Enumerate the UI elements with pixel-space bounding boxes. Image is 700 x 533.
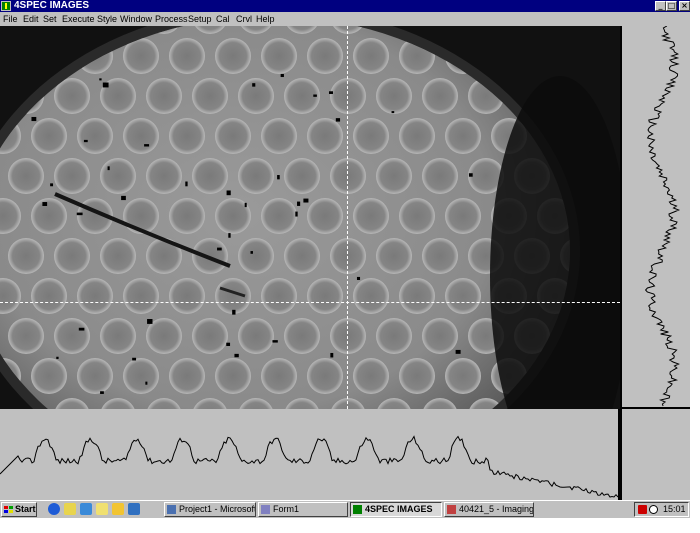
crosshair-horizontal[interactable] xyxy=(0,302,620,303)
app-icon[interactable] xyxy=(1,1,11,11)
imaging-icon xyxy=(447,505,456,514)
task-label: 40421_5 - Imaging xyxy=(459,504,534,514)
microscope-image-canvas xyxy=(0,26,620,409)
vertical-profile-curve xyxy=(644,25,681,407)
window-title: 4SPEC IMAGES xyxy=(14,0,90,11)
crosshair-vertical[interactable] xyxy=(347,26,348,409)
desktop-icon[interactable] xyxy=(80,503,92,515)
clock[interactable]: 15:01 xyxy=(663,503,686,516)
menu-edit[interactable]: Edit xyxy=(23,13,39,25)
channel-icon[interactable] xyxy=(112,503,124,515)
menu-crvl[interactable]: Crvl xyxy=(236,13,252,25)
menu-cal[interactable]: Cal xyxy=(216,13,230,25)
task-label: Project1 - Microsoft V... xyxy=(179,504,256,514)
outlook-icon[interactable] xyxy=(64,503,76,515)
menu-setup[interactable]: Setup xyxy=(188,13,212,25)
menu-file[interactable]: File xyxy=(3,13,18,25)
horizontal-profile-plot xyxy=(0,409,620,500)
menu-execute[interactable]: Execute xyxy=(62,13,95,25)
vertical-profile-plot xyxy=(620,25,690,409)
menu-set[interactable]: Set xyxy=(43,13,57,25)
microscope-image[interactable] xyxy=(0,26,620,409)
system-tray: 15:01 xyxy=(634,502,689,517)
speaker-icon[interactable] xyxy=(638,505,647,514)
task-4spec-images[interactable]: 4SPEC IMAGES xyxy=(350,502,442,517)
form-icon xyxy=(261,505,270,514)
start-label: Start xyxy=(15,504,36,514)
windows-logo-icon xyxy=(4,506,13,514)
menu-bar: File Edit Set Execute Style Window Proce… xyxy=(0,12,690,26)
taskbar: Start Project1 - Microsoft V... Form1 4S… xyxy=(0,500,690,518)
task-label: 4SPEC IMAGES xyxy=(365,504,433,514)
minimize-button[interactable]: _ xyxy=(655,1,666,11)
close-button[interactable]: × xyxy=(679,1,690,11)
menu-process[interactable]: Process xyxy=(155,13,188,25)
task-imaging[interactable]: 40421_5 - Imaging xyxy=(444,502,534,517)
app-window: 4SPEC IMAGES _ □ × File Edit Set Execute… xyxy=(0,0,690,500)
menu-style[interactable]: Style xyxy=(97,13,117,25)
explorer-icon[interactable] xyxy=(128,503,140,515)
word-icon[interactable] xyxy=(96,503,108,515)
vb-icon xyxy=(167,505,176,514)
title-bar[interactable]: 4SPEC IMAGES _ □ × xyxy=(0,0,690,12)
menu-help[interactable]: Help xyxy=(256,13,275,25)
horizontal-profile-curve xyxy=(0,435,619,498)
task-form1[interactable]: Form1 xyxy=(258,502,348,517)
task-project1[interactable]: Project1 - Microsoft V... xyxy=(164,502,256,517)
corner-panel xyxy=(620,409,690,500)
scheduler-icon[interactable] xyxy=(649,505,658,514)
menu-window[interactable]: Window xyxy=(120,13,152,25)
task-label: Form1 xyxy=(273,504,300,514)
maximize-button[interactable]: □ xyxy=(666,1,677,11)
start-button[interactable]: Start xyxy=(1,502,37,517)
ie-icon[interactable] xyxy=(48,503,60,515)
app-icon xyxy=(353,505,362,514)
